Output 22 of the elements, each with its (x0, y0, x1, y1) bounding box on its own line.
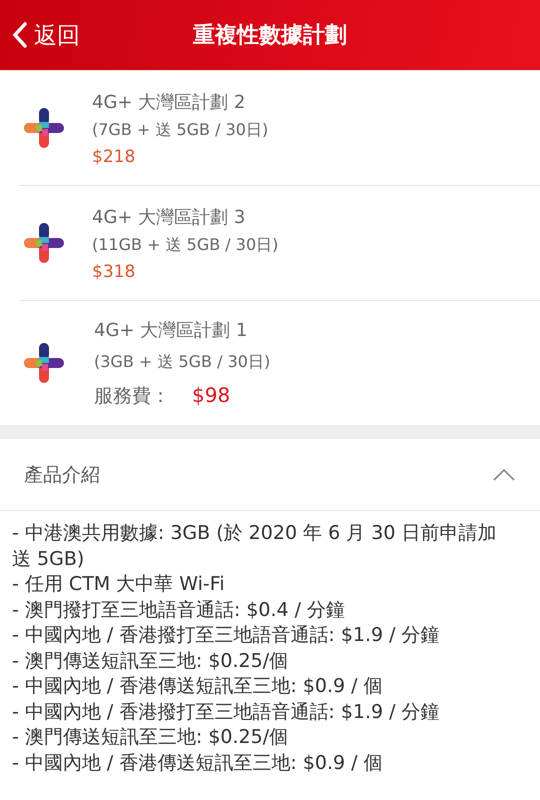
description-line: - 澳門撥打至三地語音通話: $0.4 / 分鐘 (12, 598, 346, 622)
fee-label: 服務費： (94, 384, 170, 408)
description-line: - 中國內地 / 香港傳送短訊至三地: $0.9 / 個 (12, 674, 384, 699)
description-line: - 澳門傳送短訊至三地: $0.25/個 (12, 725, 290, 750)
plan-name: 4G+ 大灣區計劃 2 (92, 90, 246, 114)
plan-name: 4G+ 大灣區計劃 3 (92, 206, 246, 228)
description-line: - 中國內地 / 香港撥打至三地語音通話: $1.9 / 分鐘 (12, 623, 441, 648)
back-button[interactable]: 返回 (0, 20, 80, 50)
description-line: - 任用 CTM 大中華 Wi-Fi (12, 572, 226, 597)
plan-price: $318 (92, 262, 136, 282)
page-title: 重複性數據計劃 (193, 23, 347, 48)
fee-price: $98 (192, 382, 230, 406)
plan-name: 4G+ 大灣區計劃 1 (94, 318, 248, 342)
description-line: - 中港澳共用數據: 3GB (於 2020 年 6 月 30 日前申請加送 5GB) (12, 521, 498, 572)
plan-detail: (11GB + 送 5GB / 30日) (92, 234, 278, 256)
description-line: - 中國內地 / 香港傳送短訊至三地: $0.9 / 個 (12, 750, 384, 776)
description-line: - 澳門傳送短訊至三地: $0.25/個 (12, 648, 290, 674)
description-line: - 中國內地 / 香港撥打至三地語音通話: $1.9 / 分鐘 (12, 700, 441, 724)
plan-detail: (3GB + 送 5GB / 30日) (94, 352, 270, 372)
plan-price: $218 (92, 146, 136, 166)
chevron-left-icon (12, 21, 28, 49)
plan-detail: (7GB + 送 5GB / 30日) (92, 120, 268, 140)
